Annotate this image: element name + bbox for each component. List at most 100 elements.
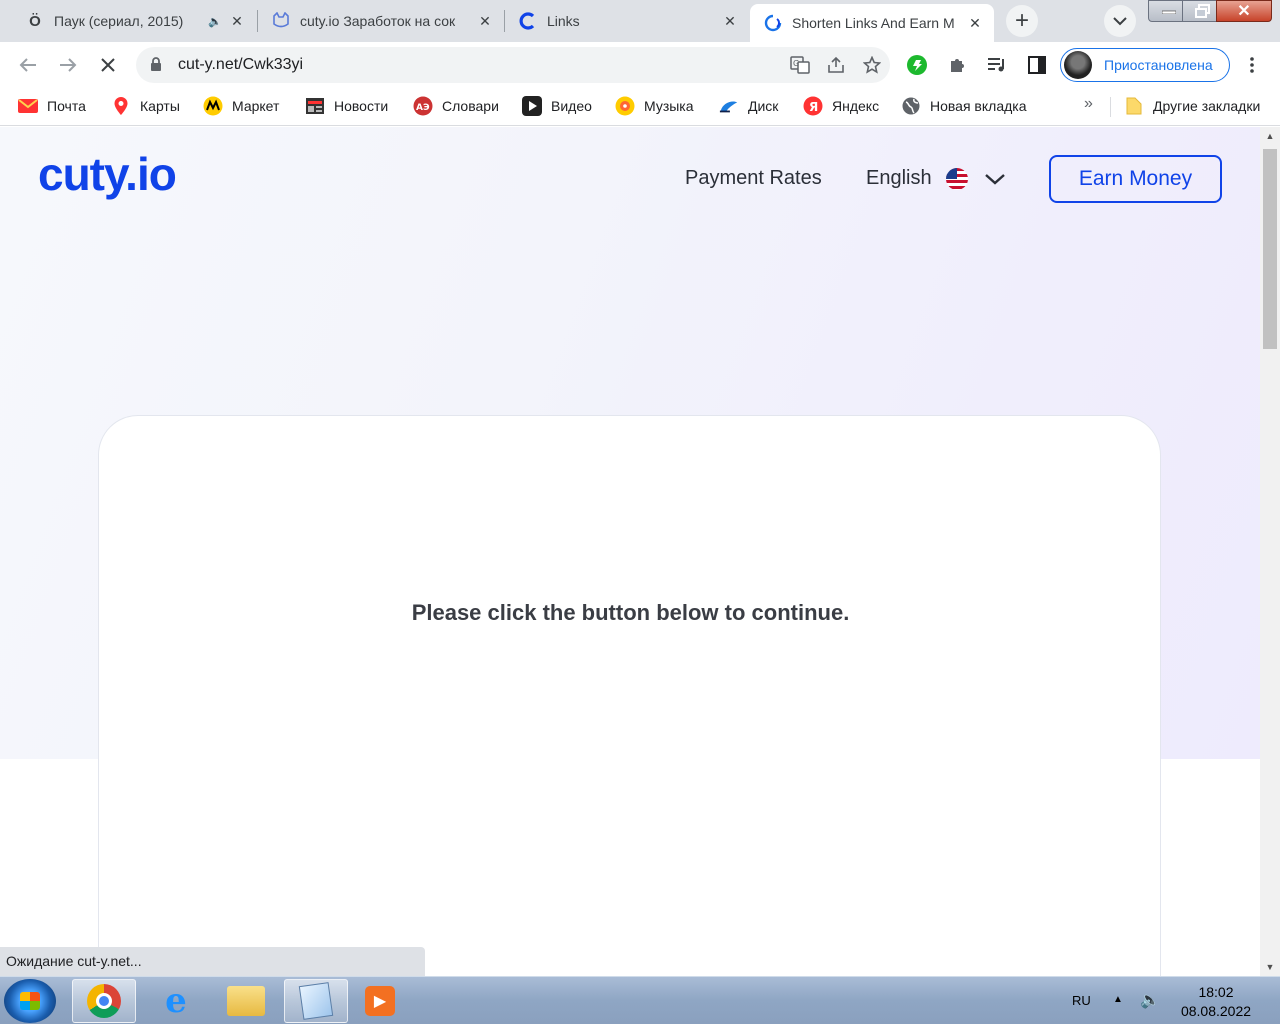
share-icon[interactable] [818,47,854,83]
scroll-down-arrow-icon[interactable]: ▼ [1260,958,1280,976]
other-bookmarks-folder[interactable]: Другие закладки [1124,88,1260,124]
earn-money-button[interactable]: Earn Money [1049,155,1222,203]
volume-icon[interactable]: 🔈 [1140,990,1160,1010]
disk-icon [719,96,739,116]
browser-toolbar: cut-y.net/Cwk33yi G Приостановлена [0,42,1280,88]
menu-dots-icon[interactable] [1238,51,1266,79]
bookmark-new-tab[interactable]: Новая вкладка [901,88,1027,124]
bookmark-news[interactable]: Новости [305,88,388,124]
profile-status-label: Приостановлена [1104,57,1213,73]
tab-cuty-earnings[interactable]: cuty.io Заработок на сок ✕ [258,0,504,42]
bookmark-label: Видео [551,98,592,114]
tab-strip: Ö Паук (сериал, 2015) 🔈 ✕ cuty.io Зарабо… [0,0,1280,42]
kinopoisk-icon: Ö [29,12,41,30]
translate-icon[interactable]: G [782,47,818,83]
music-icon [615,96,635,116]
address-bar[interactable]: cut-y.net/Cwk33yi G [136,47,890,83]
folder-icon [1124,96,1144,116]
bookmark-label: Другие закладки [1153,98,1261,114]
close-icon[interactable]: ✕ [966,14,984,32]
bookmark-maps[interactable]: Карты [111,88,180,124]
clock-time: 18:02 [1198,984,1234,1000]
chevron-down-icon [1113,16,1127,25]
start-button[interactable] [4,979,56,1023]
bookmark-label: Музыка [644,98,694,114]
bookmark-video[interactable]: Видео [522,88,592,124]
bookmark-yandex[interactable]: Я Яндекс [803,88,879,124]
avatar [1064,51,1092,79]
clock-date: 08.08.2022 [1180,1003,1252,1019]
bookmark-label: Словари [442,98,499,114]
stop-icon [101,58,115,72]
taskbar-notepad[interactable] [284,979,348,1023]
bookmark-disk[interactable]: Диск [719,88,778,124]
tab-spider-series[interactable]: Ö Паук (сериал, 2015) 🔈 ✕ [12,0,256,42]
side-panel-icon[interactable] [1023,51,1051,79]
tab-title: Паук (сериал, 2015) [54,13,184,29]
taskbar-explorer[interactable] [214,979,278,1023]
market-icon [203,96,223,116]
news-icon [305,96,325,116]
profile-button[interactable]: Приостановлена [1060,48,1230,82]
continue-card: Please click the button below to continu… [98,415,1161,976]
new-tab-button[interactable]: + [1006,5,1038,37]
page-scrollbar[interactable]: ▲ ▼ [1260,127,1280,976]
language-selector[interactable]: English [866,167,1006,190]
taskbar-media-player[interactable]: ▶ [348,979,412,1023]
tab-title: Shorten Links And Earn M [792,15,955,31]
payment-rates-link[interactable]: Payment Rates [685,167,822,190]
tray-expand-icon[interactable]: ▲ [1113,994,1123,1005]
back-button[interactable] [14,51,42,79]
bookmark-label: Почта [47,98,86,114]
tab-shorten-links[interactable]: Shorten Links And Earn M ✕ [750,4,994,42]
chevron-down-icon [984,168,1006,190]
bookmark-label: Диск [748,98,779,114]
yandex-icon: Я [803,96,823,116]
star-icon[interactable] [854,47,890,83]
bookmark-dictionaries[interactable]: АЭ Словари [413,88,499,124]
loading-status: Ожидание cut-y.net... [0,947,425,976]
bookmark-market[interactable]: Маркет [203,88,279,124]
bookmarks-bar: Почта Карты Маркет Новости АЭ Словари Ви… [0,88,1280,126]
cat-icon [272,12,290,30]
svg-text:Я: Я [809,100,818,114]
globe-icon [901,96,921,116]
video-icon [522,96,542,116]
map-pin-icon [111,96,131,116]
tab-links[interactable]: Links ✕ [505,0,749,42]
taskbar-chrome[interactable] [72,979,136,1023]
scroll-up-arrow-icon[interactable]: ▲ [1260,127,1280,145]
more-bookmarks-button[interactable]: » [1084,95,1093,113]
media-control-icon[interactable] [983,51,1011,79]
forward-button[interactable] [54,51,82,79]
puzzle-icon[interactable] [943,51,971,79]
bookmark-label: Яндекс [832,98,880,114]
lock-icon [150,57,164,73]
close-icon[interactable]: ✕ [721,12,739,30]
taskbar-internet-explorer[interactable]: e [144,979,208,1023]
folder-icon [227,986,265,1016]
input-language-indicator[interactable]: RU [1072,993,1091,1008]
internet-explorer-icon: e [165,981,187,1021]
bookmark-mail[interactable]: Почта [18,88,86,124]
speaker-icon[interactable]: 🔈 [208,15,222,28]
cuty-logo[interactable]: cuty.io [38,147,177,201]
notepad-icon [298,982,334,1020]
close-icon[interactable]: ✕ [228,12,246,30]
chrome-icon [87,984,121,1018]
tab-search-button[interactable] [1104,5,1136,37]
system-clock[interactable]: 18:02 08.08.2022 [1176,983,1256,1021]
window-close-button[interactable]: ✕ [1216,0,1272,22]
extension-green-icon[interactable] [903,51,931,79]
scroll-thumb[interactable] [1263,149,1277,349]
windows-taskbar: e ▶ RU ▲ 🔈 18:02 08.08.2022 [0,976,1280,1024]
arrow-left-icon [19,58,36,72]
close-icon[interactable]: ✕ [476,12,494,30]
url-text[interactable]: cut-y.net/Cwk33yi [178,56,782,74]
bookmark-label: Карты [140,98,180,114]
bookmark-music[interactable]: Музыка [615,88,694,124]
stop-loading-button[interactable] [94,51,122,79]
us-flag-icon [945,167,968,190]
page-viewport: cuty.io Payment Rates English Earn Money… [0,127,1260,976]
bookmark-label: Новая вкладка [930,98,1027,114]
